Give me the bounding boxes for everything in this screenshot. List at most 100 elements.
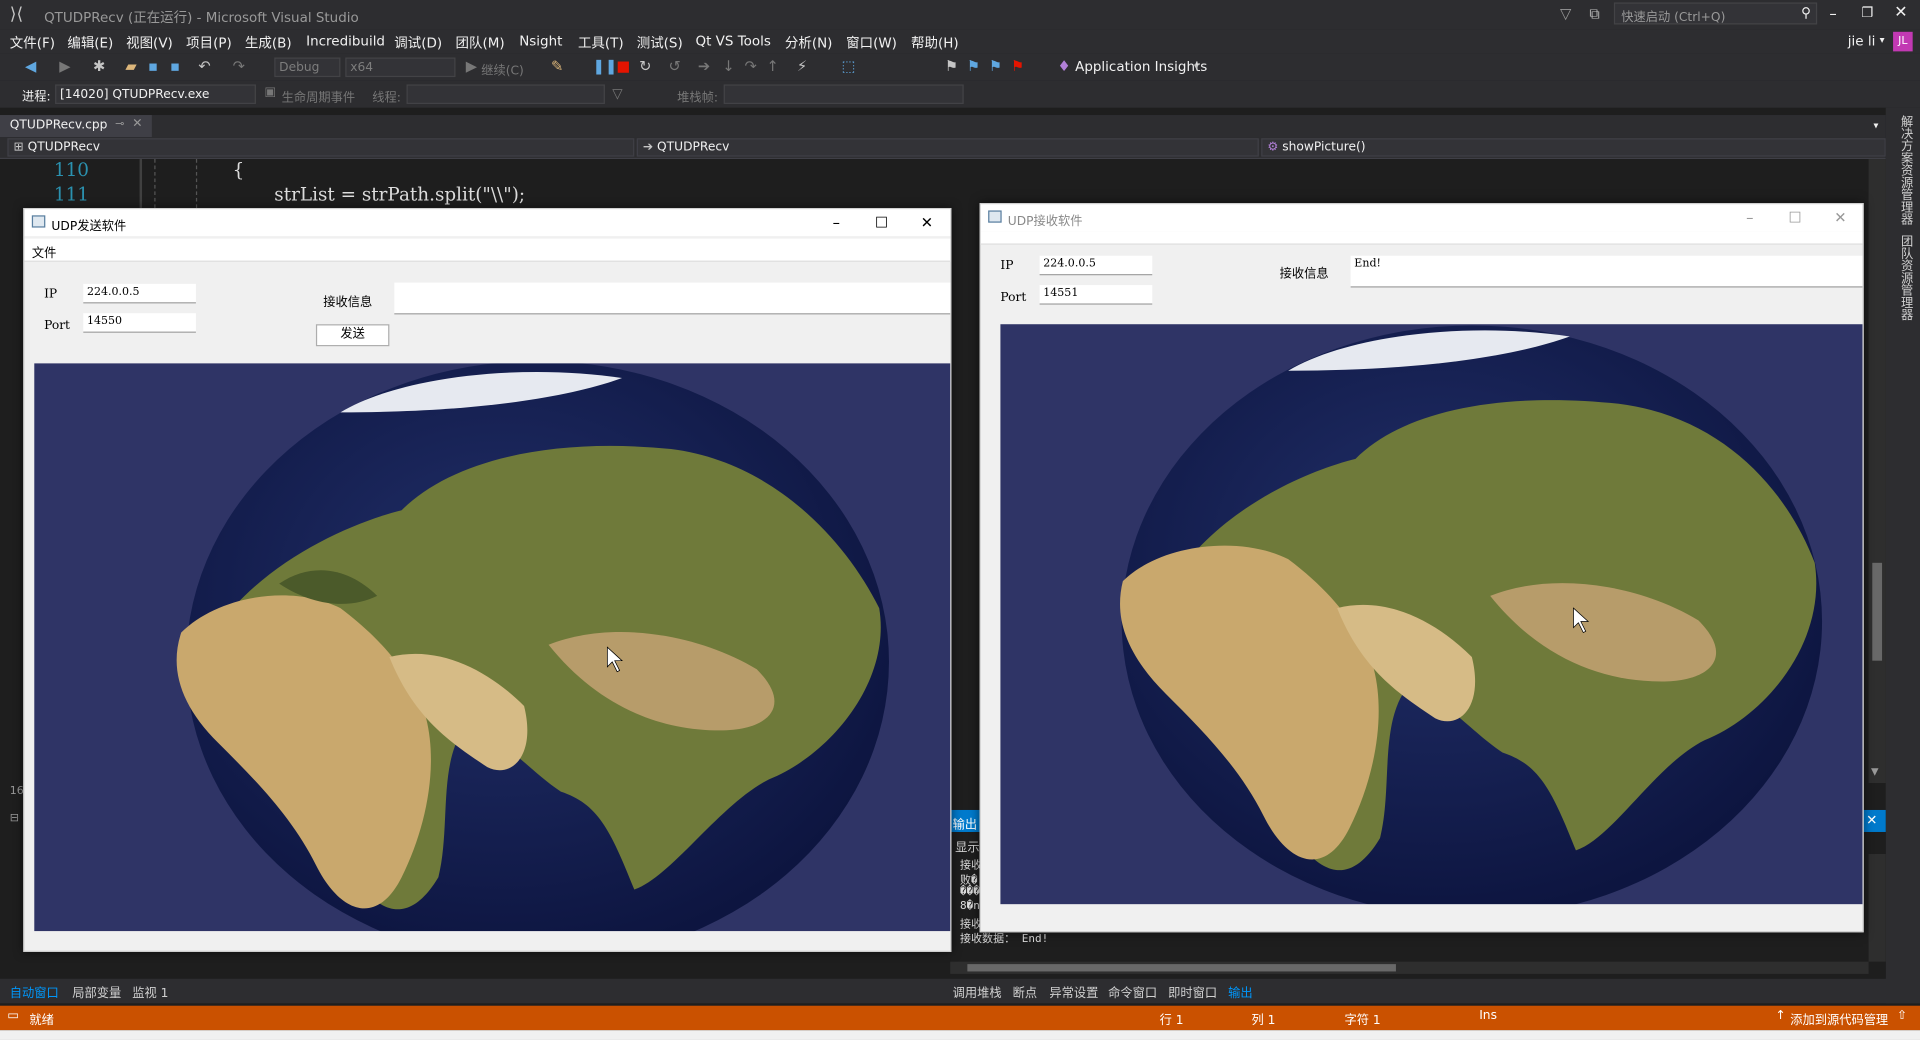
- tab-close-icon[interactable]: ✕: [132, 117, 142, 130]
- tab-autos[interactable]: 自动窗口: [10, 982, 59, 1000]
- source-control-up-icon[interactable]: ⇧: [1897, 1009, 1907, 1022]
- scroll-down-icon[interactable]: ▼: [1871, 766, 1879, 777]
- sender-recv-input[interactable]: [394, 282, 951, 315]
- sender-close-icon[interactable]: ✕: [905, 210, 949, 234]
- minimize-icon[interactable]: –: [1829, 5, 1836, 22]
- bookmark-prev-icon[interactable]: ⚑: [965, 58, 982, 75]
- save-icon[interactable]: ▪: [144, 58, 161, 75]
- output-horizontal-scrollbar[interactable]: [950, 961, 1869, 974]
- tab-overflow-icon[interactable]: ▾: [1873, 120, 1878, 131]
- tab-exception-settings[interactable]: 异常设置: [1049, 982, 1098, 1000]
- step-into-icon[interactable]: ↓: [720, 58, 737, 75]
- menu-analyze[interactable]: 分析(N): [785, 33, 833, 53]
- bookmark-clear-icon[interactable]: ⚑: [1009, 58, 1026, 75]
- forward-icon[interactable]: ▶: [56, 58, 73, 75]
- tab-immediate-window[interactable]: 即时窗口: [1168, 982, 1217, 1000]
- code-line[interactable]: {: [233, 159, 245, 181]
- sender-maximize-icon[interactable]: ☐: [860, 210, 904, 234]
- solution-platform-dropdown[interactable]: x64: [345, 57, 456, 78]
- user-chevron-icon[interactable]: ▾: [1880, 34, 1885, 45]
- hot-reload-icon[interactable]: ↺: [666, 58, 683, 75]
- stack-frame-dropdown[interactable]: [723, 84, 964, 104]
- new-project-icon[interactable]: ✱: [91, 58, 108, 75]
- tab-command-window[interactable]: 命令窗口: [1108, 982, 1157, 1000]
- open-file-icon[interactable]: ▰: [122, 58, 139, 75]
- app-insights-chevron-icon[interactable]: ▾: [1194, 61, 1199, 72]
- code-line[interactable]: strList = strPath.split("\\");: [274, 184, 525, 206]
- solution-explorer-tab[interactable]: 解决方案资源管理器: [1896, 115, 1914, 225]
- stop-icon[interactable]: ■: [615, 58, 632, 75]
- solution-config-dropdown[interactable]: Debug: [274, 57, 341, 78]
- user-avatar[interactable]: JL: [1893, 31, 1913, 52]
- source-control-button[interactable]: 添加到源代码管理: [1790, 1009, 1888, 1027]
- tab-output[interactable]: 输出: [1228, 982, 1252, 1000]
- menu-window[interactable]: 窗口(W): [846, 33, 897, 53]
- menu-edit[interactable]: 编辑(E): [67, 33, 113, 53]
- receiver-ip-input[interactable]: 224.0.0.5: [1039, 255, 1153, 276]
- filter-icon[interactable]: ▽: [1560, 5, 1571, 22]
- pause-icon[interactable]: ❚❚: [593, 58, 618, 75]
- receiver-port-input[interactable]: 14551: [1039, 285, 1153, 305]
- menu-file[interactable]: 文件(F): [10, 33, 55, 53]
- output-vertical-scrollbar[interactable]: [1868, 854, 1886, 962]
- menu-build[interactable]: 生成(B): [245, 33, 292, 53]
- menu-help[interactable]: 帮助(H): [911, 33, 959, 53]
- receiver-recv-input[interactable]: End!: [1350, 255, 1863, 288]
- tab-call-stack[interactable]: 调用堆栈: [953, 982, 1002, 1000]
- bookmark-next-icon[interactable]: ⚑: [987, 58, 1004, 75]
- project-dropdown[interactable]: ⊞ QTUDPRecv: [7, 138, 635, 157]
- quick-launch-input[interactable]: 快速启动 (Ctrl+Q) ⚲: [1613, 2, 1818, 24]
- redo-icon[interactable]: ↷: [230, 58, 247, 75]
- menu-incredibuild[interactable]: Incredibuild: [306, 33, 385, 49]
- tab-watch-1[interactable]: 监视 1: [132, 982, 168, 1000]
- scope-dropdown[interactable]: ➔ QTUDPRecv: [636, 138, 1259, 157]
- continue-label[interactable]: 继续(C): [481, 60, 524, 78]
- receiver-close-icon[interactable]: ✕: [1818, 206, 1862, 230]
- user-name[interactable]: jie li: [1848, 33, 1876, 49]
- diagnostics-icon[interactable]: ⚡: [793, 58, 810, 75]
- close-icon[interactable]: ✕: [1894, 4, 1907, 22]
- tab-locals[interactable]: 局部变量: [72, 982, 121, 1000]
- restore-icon[interactable]: ❐: [1861, 5, 1873, 21]
- sender-port-input[interactable]: 14550: [83, 313, 196, 333]
- menu-test[interactable]: 测试(S): [637, 33, 683, 53]
- app-insights-icon[interactable]: ♦: [1056, 58, 1073, 75]
- attach-icon[interactable]: ✎: [549, 58, 566, 75]
- menu-view[interactable]: 视图(V): [126, 33, 173, 53]
- save-all-icon[interactable]: ▪: [167, 58, 184, 75]
- step-out-icon[interactable]: ↑: [764, 58, 781, 75]
- thread-dropdown[interactable]: [406, 84, 605, 104]
- lifecycle-events-icon[interactable]: ▣: [264, 86, 276, 99]
- restart-icon[interactable]: ↻: [637, 58, 654, 75]
- scrollbar-thumb[interactable]: [967, 964, 1396, 972]
- scrollbar-thumb[interactable]: [1872, 562, 1883, 661]
- send-button[interactable]: 发送: [315, 324, 390, 347]
- bookmark-icon[interactable]: ⚑: [943, 58, 960, 75]
- output-close-icon[interactable]: ✕: [1866, 812, 1877, 828]
- member-dropdown[interactable]: ⚙ showPicture(): [1261, 138, 1886, 157]
- editor-vertical-scrollbar[interactable]: ▼: [1868, 159, 1886, 784]
- menu-project[interactable]: 项目(P): [186, 33, 232, 53]
- team-explorer-tab[interactable]: 团队资源管理器: [1896, 235, 1914, 321]
- tab-breakpoints[interactable]: 断点: [1013, 982, 1037, 1000]
- breakpoint-toggle-icon[interactable]: ⬚: [840, 58, 857, 75]
- menu-nsight[interactable]: Nsight: [519, 33, 562, 49]
- continue-icon[interactable]: ▶: [463, 58, 480, 75]
- pin-icon[interactable]: ⊸: [115, 119, 124, 131]
- show-next-statement-icon[interactable]: ➔: [696, 58, 713, 75]
- menu-debug[interactable]: 调试(D): [394, 33, 442, 53]
- process-dropdown[interactable]: [14020] QTUDPRecv.exe: [55, 84, 256, 104]
- feedback-icon[interactable]: ⧉: [1589, 5, 1600, 23]
- menu-team[interactable]: 团队(M): [456, 33, 505, 53]
- gutter-collapse-icon[interactable]: ⊟: [10, 812, 19, 824]
- source-control-arrow-icon[interactable]: ↑: [1776, 1009, 1786, 1022]
- menu-qt-vs-tools[interactable]: Qt VS Tools: [696, 33, 771, 49]
- tab-qtudprecv-cpp[interactable]: QTUDPRecv.cpp ⊸ ✕: [0, 115, 152, 138]
- undo-icon[interactable]: ↶: [196, 58, 213, 75]
- back-icon[interactable]: ◀: [22, 58, 39, 75]
- sender-menu-file[interactable]: 文件: [32, 242, 56, 260]
- step-over-icon[interactable]: ↷: [742, 58, 759, 75]
- thread-filter-icon[interactable]: ▽: [612, 86, 622, 102]
- menu-tools[interactable]: 工具(T): [578, 33, 624, 53]
- receiver-maximize-icon[interactable]: ☐: [1773, 206, 1817, 230]
